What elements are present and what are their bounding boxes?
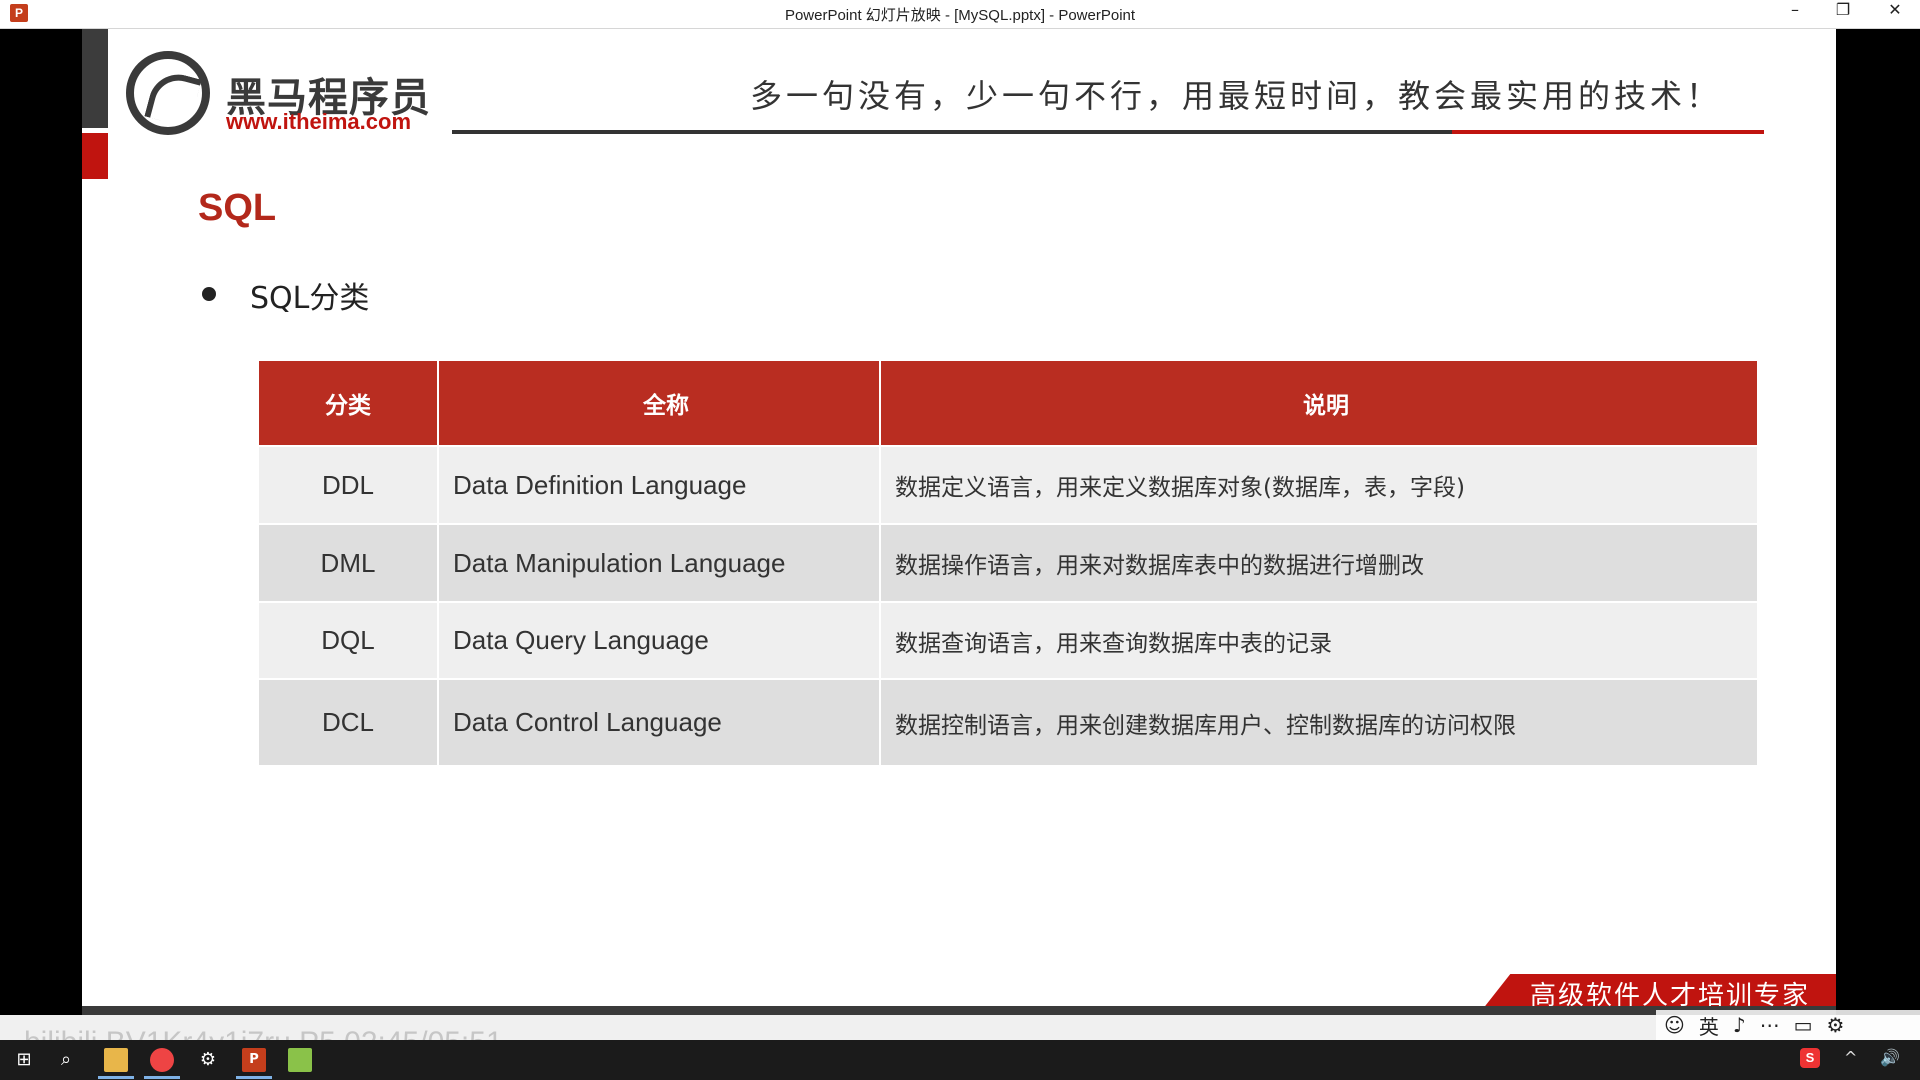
- left-accent-bar-red: [82, 133, 108, 179]
- cell-fullname: Data Definition Language: [438, 445, 881, 524]
- header-fullname: 全称: [438, 361, 881, 446]
- left-accent-bar-gray: [82, 29, 108, 128]
- file-explorer-icon[interactable]: [104, 1048, 128, 1072]
- input-method-icon[interactable]: S: [1800, 1048, 1820, 1068]
- close-button[interactable]: ✕: [1872, 0, 1918, 28]
- ppt-active-indicator: [236, 1076, 272, 1079]
- cell-description: 数据操作语言，用来对数据库表中的数据进行增删改: [880, 523, 1757, 602]
- cell-description-text: 数据定义语言，用来定义数据库对象(数据库，表，字段): [895, 475, 1465, 501]
- cell-abbr: DQL: [259, 601, 439, 679]
- header-divider: [452, 130, 1452, 134]
- horse-logo-icon: [126, 51, 210, 135]
- more-icon[interactable]: ⋯: [1760, 1013, 1780, 1037]
- horse-logo-mark: [144, 67, 202, 129]
- settings-gear-icon[interactable]: ⚙: [1827, 1013, 1845, 1037]
- player-controls: ☺ 英 ♪ ⋯ ▭ ⚙: [1656, 1010, 1920, 1040]
- table-row: DCL Data Control Language 数据控制语言，用来创建数据库…: [259, 678, 1757, 765]
- table-row: DML Data Manipulation Language 数据操作语言，用来…: [259, 523, 1757, 602]
- table-row: DQL Data Query Language 数据查询语言，用来查询数据库中表…: [259, 601, 1757, 679]
- gear-app-icon[interactable]: ⚙: [196, 1048, 220, 1072]
- footer-bar: [82, 1006, 1836, 1015]
- windows-start-icon[interactable]: ⊞: [12, 1048, 36, 1072]
- cell-description: 数据定义语言，用来定义数据库对象(数据库，表，字段): [880, 445, 1757, 524]
- slide-title: SQL: [198, 187, 277, 229]
- explorer-active-indicator: [98, 1076, 134, 1079]
- bullet-dot-icon: [202, 287, 216, 301]
- tray-expand-icon[interactable]: ^: [1844, 1048, 1857, 1067]
- table-header-row: 分类 全称 说明: [259, 361, 1757, 446]
- screen-icon[interactable]: ▭: [1794, 1013, 1813, 1037]
- maximize-button[interactable]: ❐: [1820, 0, 1866, 28]
- powerpoint-taskbar-icon[interactable]: P: [242, 1048, 266, 1072]
- slogan: 多一句没有，少一句不行，用最短时间，教会最实用的技术！: [750, 77, 1723, 115]
- window-title: PowerPoint 幻灯片放映 - [MySQL.pptx] - PowerP…: [784, 7, 1136, 24]
- header-category: 分类: [259, 361, 439, 446]
- cell-abbr: DDL: [259, 445, 439, 524]
- chrome-active-indicator: [144, 1076, 180, 1079]
- emoji-icon[interactable]: ☺: [1664, 1013, 1685, 1037]
- cell-description: 数据控制语言，用来创建数据库用户、控制数据库的访问权限: [880, 678, 1757, 765]
- language-toggle-icon[interactable]: 英: [1699, 1011, 1719, 1040]
- audio-icon[interactable]: ♪: [1733, 1013, 1746, 1037]
- cell-fullname: Data Query Language: [438, 601, 881, 679]
- cell-fullname: Data Manipulation Language: [438, 523, 881, 602]
- volume-icon[interactable]: 🔊: [1880, 1048, 1900, 1067]
- cell-fullname: Data Control Language: [438, 678, 881, 765]
- bullet-text: SQL分类: [250, 281, 370, 316]
- slide: 黑马程序员 www.itheima.com 多一句没有，少一句不行，用最短时间，…: [82, 29, 1836, 1015]
- cell-description: 数据查询语言，用来查询数据库中表的记录: [880, 601, 1757, 679]
- chrome-icon[interactable]: [150, 1048, 174, 1072]
- editor-app-icon[interactable]: [288, 1048, 312, 1072]
- cell-description-text: 数据查询语言，用来查询数据库中表的记录: [895, 630, 1332, 657]
- header-divider-accent: [1452, 130, 1764, 134]
- minimize-button[interactable]: –: [1772, 0, 1818, 28]
- window-titlebar: P PowerPoint 幻灯片放映 - [MySQL.pptx] - Powe…: [0, 0, 1920, 29]
- taskbar: ⊞ ⌕ ⚙ P S ^ 🔊: [0, 1040, 1920, 1080]
- cell-description-text: 数据操作语言，用来对数据库表中的数据进行增删改: [895, 553, 1424, 579]
- search-icon[interactable]: ⌕: [54, 1048, 78, 1072]
- sql-classification-table: 分类 全称 说明 DDL Data Definition Language 数据…: [259, 361, 1757, 765]
- header-description: 说明: [880, 361, 1757, 446]
- cell-description-text: 数据控制语言，用来创建数据库用户、控制数据库的访问权限: [895, 712, 1516, 739]
- cell-abbr: DML: [259, 523, 439, 602]
- table-row: DDL Data Definition Language 数据定义语言，用来定义…: [259, 445, 1757, 524]
- logo-url: www.itheima.com: [226, 109, 412, 134]
- cell-abbr: DCL: [259, 678, 439, 765]
